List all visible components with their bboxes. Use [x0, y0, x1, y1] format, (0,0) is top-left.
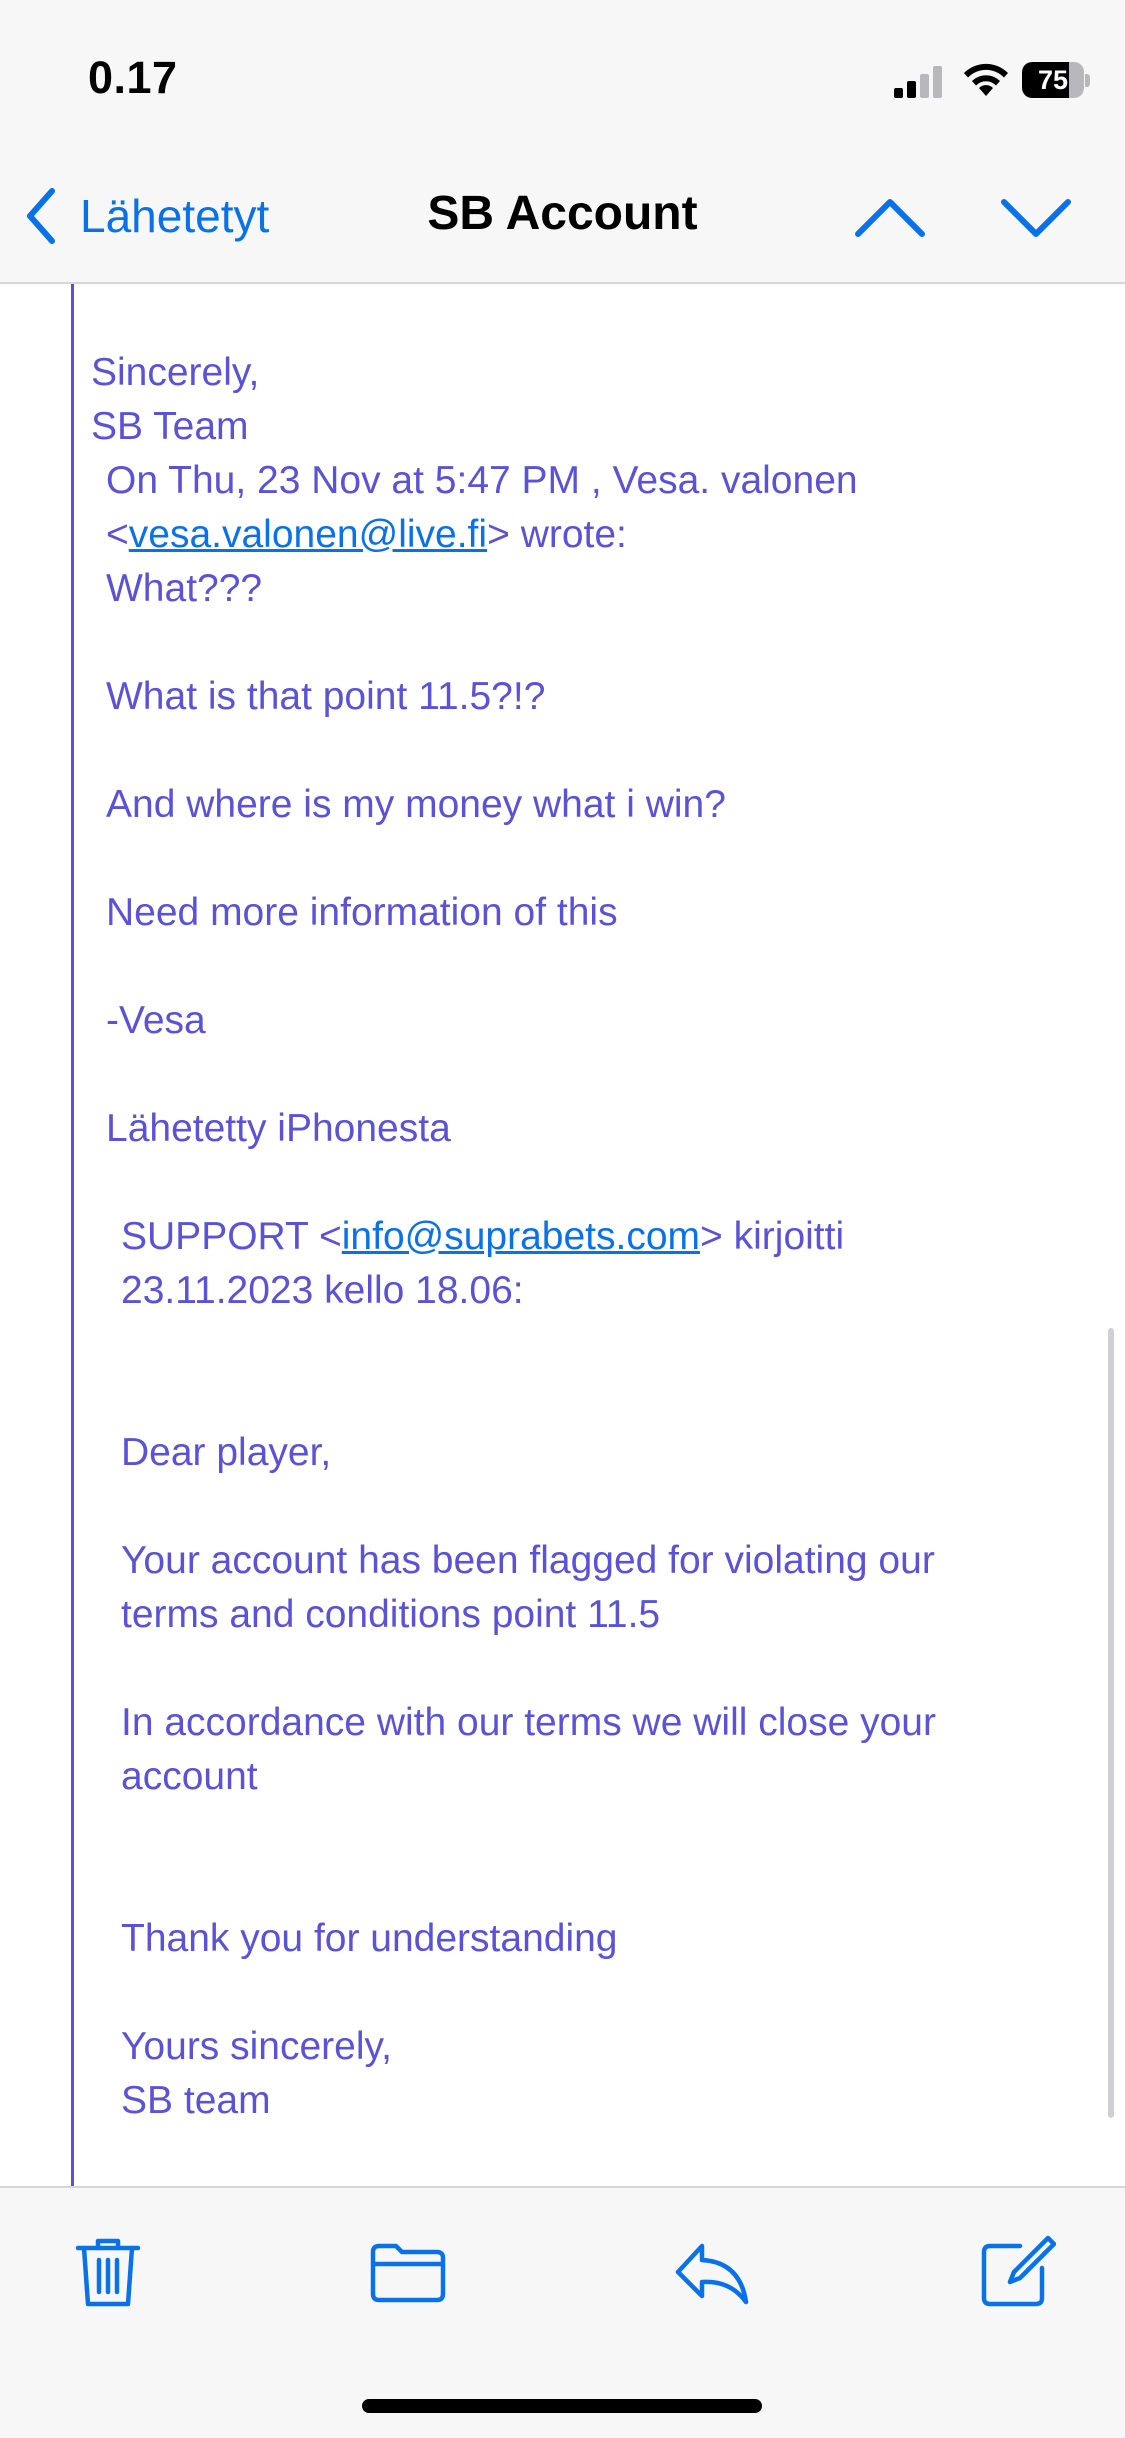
back-label: Lähetetyt: [80, 190, 270, 242]
vesa-line: And where is my money what i win?: [106, 783, 726, 826]
signoff-team: SB Team: [91, 405, 249, 448]
home-indicator[interactable]: [362, 2399, 762, 2413]
sent-from-iphone: Lähetetty iPhonesta: [106, 1107, 451, 1150]
support-team: SB team: [121, 2079, 271, 2122]
reply-header-email-line: <vesa.valonen@live.fi> wrote:: [106, 513, 627, 556]
trash-icon[interactable]: [68, 2232, 148, 2312]
support-email-link[interactable]: info@suprabets.com: [342, 1215, 700, 1258]
signoff: Sincerely,: [91, 351, 260, 394]
support-greeting: Dear player,: [121, 1431, 332, 1474]
reply-icon[interactable]: [672, 2232, 752, 2312]
scroll-indicator[interactable]: [1108, 1328, 1114, 2118]
chevron-left-icon: [27, 188, 55, 244]
support-header: SUPPORT <info@suprabets.com> kirjoitti: [121, 1215, 845, 1258]
vesa-signature: -Vesa: [106, 999, 206, 1042]
nav-bar: Lähetetyt SB Account: [0, 150, 1125, 284]
support-closing: Yours sincerely,: [121, 2025, 392, 2068]
chevron-up-icon[interactable]: [854, 190, 926, 246]
support-thanks: Thank you for understanding: [121, 1917, 618, 1960]
vesa-line: Need more information of this: [106, 891, 618, 934]
support-paragraph: account: [121, 1755, 258, 1798]
compose-icon[interactable]: [976, 2232, 1056, 2312]
wifi-icon: [964, 63, 1008, 96]
battery-percent: 75: [1037, 65, 1069, 95]
email-body[interactable]: Sincerely, SB Team On Thu, 23 Nov at 5:4…: [0, 284, 1125, 2186]
quote-bar: [71, 284, 74, 2186]
folder-icon[interactable]: [368, 2232, 448, 2312]
support-paragraph: terms and conditions point 11.5: [121, 1593, 661, 1636]
back-button[interactable]: Lähetetyt: [24, 184, 269, 248]
battery-icon: 75: [1022, 62, 1090, 100]
chevron-down-icon[interactable]: [1000, 190, 1072, 246]
signal-icon: [894, 66, 942, 98]
status-bar: 0.17 75: [0, 0, 1125, 150]
vesa-line: What is that point 11.5?!?: [106, 675, 546, 718]
support-paragraph: Your account has been flagged for violat…: [121, 1539, 935, 1582]
vesa-line: What???: [106, 567, 263, 610]
reply-email-link[interactable]: vesa.valonen@live.fi: [129, 513, 487, 556]
support-date: 23.11.2023 kello 18.06:: [121, 1269, 524, 1312]
status-time: 0.17: [88, 52, 178, 103]
reply-header: On Thu, 23 Nov at 5:47 PM , Vesa. valone…: [106, 459, 858, 502]
support-paragraph: In accordance with our terms we will clo…: [121, 1701, 936, 1744]
